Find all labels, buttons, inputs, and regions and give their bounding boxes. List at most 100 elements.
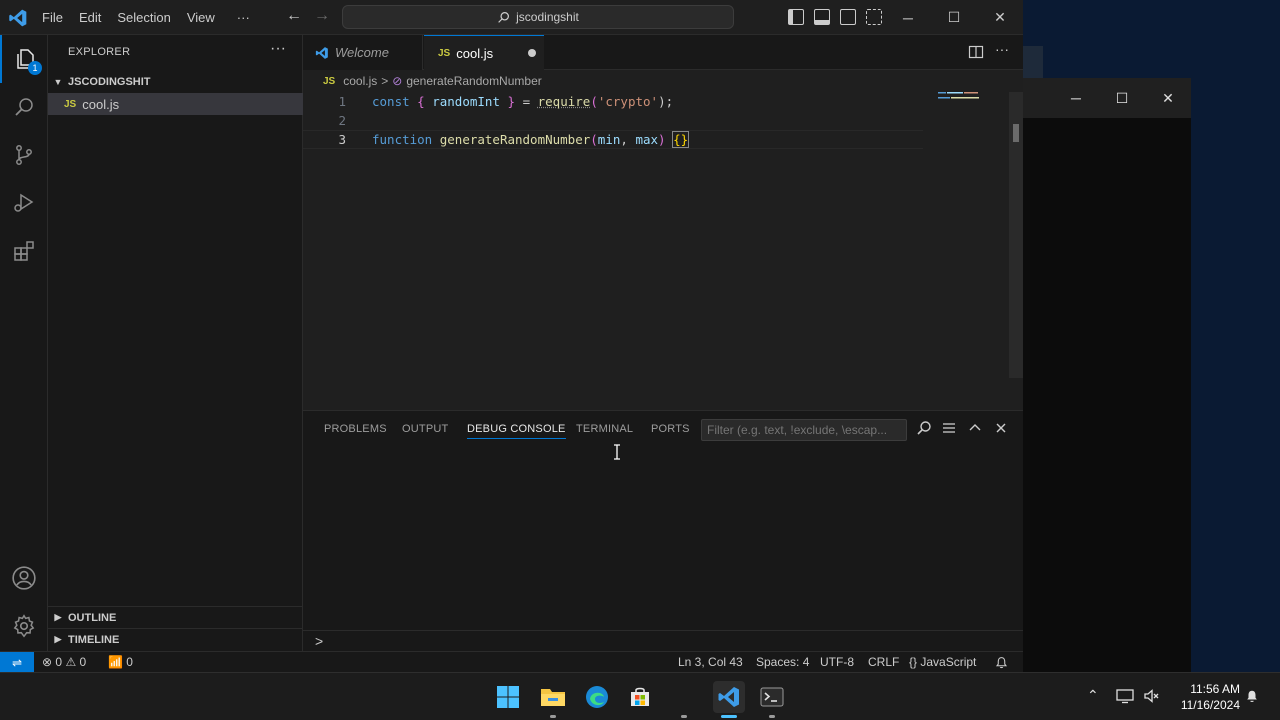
customize-layout-icon[interactable] bbox=[866, 9, 882, 25]
windows-taskbar: ⌃ 11:56 AM 11/16/2024 bbox=[0, 672, 1280, 720]
file-item-cool-js[interactable]: JS cool.js bbox=[48, 93, 303, 115]
console-prompt: > bbox=[315, 633, 324, 649]
vscode-logo-icon bbox=[315, 46, 328, 59]
tab-label: cool.js bbox=[456, 45, 494, 61]
code-line: 2 bbox=[303, 111, 923, 130]
toggle-primary-sidebar-icon[interactable] bbox=[788, 9, 804, 25]
close-panel-icon[interactable] bbox=[993, 420, 1009, 436]
breadcrumb-symbol[interactable]: generateRandomNumber bbox=[406, 74, 541, 88]
debug-console-input[interactable]: > bbox=[303, 630, 1023, 652]
go-forward-icon[interactable]: → bbox=[314, 7, 330, 25]
file-explorer-icon bbox=[541, 689, 565, 706]
sidebar-more-actions[interactable]: ··· bbox=[270, 40, 286, 58]
activity-extensions[interactable] bbox=[0, 227, 48, 275]
clear-console-icon[interactable] bbox=[941, 420, 957, 436]
activity-explorer[interactable]: 1 bbox=[0, 35, 48, 83]
encoding[interactable]: UTF-8 bbox=[820, 655, 854, 669]
go-back-icon[interactable]: ← bbox=[286, 7, 302, 25]
editor-scroll-thumb[interactable] bbox=[1013, 124, 1019, 142]
braces-icon: {} bbox=[909, 655, 918, 669]
account-icon bbox=[12, 566, 36, 590]
unsaved-dot-icon[interactable] bbox=[528, 49, 536, 57]
maximize-icon[interactable]: ☐ bbox=[1099, 78, 1145, 118]
tab-ports[interactable]: PORTS bbox=[651, 423, 690, 435]
outline-section[interactable]: ▶ OUTLINE bbox=[48, 606, 303, 628]
more-actions-icon[interactable]: ··· bbox=[995, 41, 1009, 57]
network-icon[interactable] bbox=[1116, 688, 1134, 704]
terminal-icon bbox=[760, 687, 784, 707]
menu-view[interactable]: View bbox=[179, 10, 223, 25]
tab-terminal[interactable]: TERMINAL bbox=[576, 423, 633, 435]
chevron-right-icon: ▶ bbox=[54, 612, 62, 622]
mouse-cursor-icon bbox=[614, 444, 620, 460]
minimap[interactable] bbox=[938, 92, 988, 102]
close-icon[interactable]: ✕ bbox=[1145, 78, 1191, 118]
running-indicator bbox=[681, 715, 687, 718]
activity-source-control[interactable] bbox=[0, 131, 48, 179]
remote-indicator[interactable]: ⇌ bbox=[0, 652, 34, 673]
toggle-panel-icon[interactable] bbox=[814, 9, 830, 25]
bell-icon[interactable] bbox=[995, 656, 1008, 669]
explorer-sidebar: EXPLORER ··· ▼ JSCODINGSHIT JS cool.js ▶… bbox=[48, 35, 303, 651]
code-editor[interactable]: 1 const { randomInt } = require('crypto'… bbox=[303, 92, 1023, 410]
workspace-folder[interactable]: ▼ JSCODINGSHIT bbox=[48, 71, 303, 93]
tab-cool-js[interactable]: JS cool.js bbox=[424, 35, 544, 70]
taskbar-clock[interactable]: 11:56 AM 11/16/2024 bbox=[1170, 681, 1240, 713]
background-window[interactable]: ─ ☐ ✕ bbox=[1023, 78, 1191, 672]
search-icon bbox=[15, 98, 33, 116]
activity-run-debug[interactable] bbox=[0, 179, 48, 227]
timeline-section[interactable]: ▶ TIMELINE bbox=[48, 628, 303, 650]
indentation[interactable]: Spaces: 4 bbox=[756, 655, 809, 669]
debug-console-filter-input[interactable] bbox=[701, 419, 907, 441]
ports-status[interactable]: 📶 0 bbox=[108, 655, 133, 669]
taskbar-vscode[interactable] bbox=[713, 681, 745, 713]
search-icon[interactable] bbox=[916, 420, 932, 436]
show-hidden-icons-icon[interactable]: ⌃ bbox=[1087, 687, 1099, 704]
bell-icon[interactable] bbox=[1245, 688, 1259, 704]
error-count: 0 bbox=[55, 655, 63, 669]
tab-welcome[interactable]: Welcome bbox=[303, 35, 423, 70]
error-icon: ⊗ bbox=[42, 655, 53, 669]
windows-start-button[interactable] bbox=[492, 681, 524, 713]
maximize-panel-icon[interactable] bbox=[967, 420, 983, 436]
minimize-icon[interactable]: ─ bbox=[885, 0, 931, 35]
menu-edit[interactable]: Edit bbox=[71, 10, 109, 25]
code-text: function generateRandomNumber(min, max) … bbox=[372, 131, 690, 148]
tab-problems[interactable]: PROBLEMS bbox=[324, 423, 387, 435]
line-number: 3 bbox=[338, 132, 346, 147]
volume-muted-icon[interactable] bbox=[1143, 688, 1159, 704]
cursor-position[interactable]: Ln 3, Col 43 bbox=[678, 655, 743, 669]
menu-file[interactable]: File bbox=[34, 10, 71, 25]
maximize-icon[interactable]: ☐ bbox=[931, 0, 977, 35]
title-bar: File Edit Selection View ··· ← → jscodin… bbox=[0, 0, 1023, 35]
end-of-line[interactable]: CRLF bbox=[868, 655, 899, 669]
taskbar-edge[interactable] bbox=[581, 681, 613, 713]
vscode-window: File Edit Selection View ··· ← → jscodin… bbox=[0, 0, 1023, 673]
settings-gear-icon bbox=[13, 614, 35, 638]
menu-selection[interactable]: Selection bbox=[109, 10, 178, 25]
menu-more[interactable]: ··· bbox=[223, 10, 258, 25]
activity-manage[interactable] bbox=[0, 602, 48, 650]
split-editor-icon[interactable] bbox=[968, 44, 984, 60]
taskbar-terminal[interactable] bbox=[756, 681, 788, 713]
language-mode[interactable]: {} JavaScript bbox=[909, 655, 976, 669]
close-icon[interactable]: ✕ bbox=[977, 0, 1023, 35]
workspace-folder-label: JSCODINGSHIT bbox=[68, 76, 151, 88]
background-window-titlebar[interactable]: ─ ☐ ✕ bbox=[1023, 78, 1191, 118]
clock-time: 11:56 AM bbox=[1190, 682, 1240, 696]
tab-label: Welcome bbox=[335, 45, 389, 60]
activity-accounts[interactable] bbox=[0, 554, 48, 602]
activity-search[interactable] bbox=[0, 83, 48, 131]
js-file-icon: JS bbox=[323, 75, 336, 87]
warning-count: 0 bbox=[79, 655, 87, 669]
command-center[interactable]: jscodingshit bbox=[342, 5, 734, 29]
problems-status[interactable]: ⊗ 0 ⚠ 0 bbox=[42, 655, 86, 669]
minimize-icon[interactable]: ─ bbox=[1053, 78, 1099, 118]
tab-output[interactable]: OUTPUT bbox=[402, 423, 448, 435]
tab-debug-console[interactable]: DEBUG CONSOLE bbox=[467, 423, 566, 439]
taskbar-store[interactable] bbox=[624, 681, 656, 713]
status-bar: ⇌ ⊗ 0 ⚠ 0 📶 0 Ln 3, Col 43 Spaces: 4 UTF… bbox=[0, 651, 1023, 673]
toggle-secondary-sidebar-icon[interactable] bbox=[840, 9, 856, 25]
taskbar-file-explorer[interactable] bbox=[537, 681, 569, 713]
breadcrumb-file[interactable]: cool.js bbox=[343, 74, 377, 88]
